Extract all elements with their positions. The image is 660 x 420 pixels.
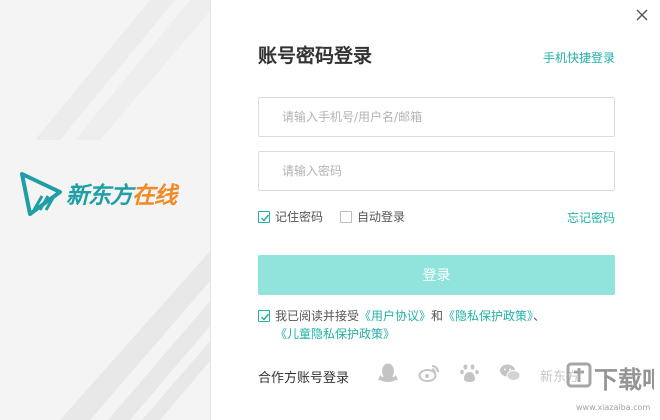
password-input[interactable] <box>258 151 615 191</box>
watermark-logo: 下载吧 www.xiazaiba.com <box>566 362 654 412</box>
agreement-row: 我已阅读并接受《用户协议》和《隐私保护政策》、《儿童隐私保护政策》 <box>258 307 618 343</box>
wechat-icon[interactable] <box>499 362 521 384</box>
close-icon[interactable] <box>634 7 650 23</box>
login-button[interactable]: 登录 <box>258 255 615 295</box>
phone-quick-login-link[interactable]: 手机快捷登录 <box>543 49 615 66</box>
forgot-password-link[interactable]: 忘记密码 <box>567 209 615 226</box>
agreement-checkbox[interactable] <box>258 310 270 322</box>
remember-password-checkbox[interactable]: 记住密码 <box>258 208 323 225</box>
brand-name-part1: 新东方 <box>66 183 133 209</box>
page-title: 账号密码登录 <box>258 45 373 67</box>
partner-login-label: 合作方账号登录 <box>258 371 350 386</box>
xdf-logo <box>20 172 62 216</box>
checkbox-unchecked-icon[interactable] <box>340 210 352 223</box>
decor-stripes-top <box>35 0 210 140</box>
remember-password-label: 记住密码 <box>275 210 324 224</box>
brand-logo: 新东方在线 <box>20 170 177 216</box>
agreement-prefix: 我已阅读并接受 <box>275 309 360 323</box>
weibo-icon[interactable] <box>418 362 440 384</box>
decor-stripes-bottom <box>60 251 210 420</box>
agreement-text: 我已阅读并接受《用户协议》和《隐私保护政策》、《儿童隐私保护政策》 <box>275 307 618 343</box>
auto-login-label: 自动登录 <box>357 210 406 224</box>
agreement-conj: 和 <box>431 309 444 323</box>
qq-icon[interactable] <box>377 362 399 384</box>
svg-text:www.xiazaiba.com: www.xiazaiba.com <box>576 403 650 412</box>
user-agreement-link[interactable]: 《用户协议》 <box>359 309 431 323</box>
brand-name: 新东方在线 <box>66 176 177 210</box>
checkbox-checked-icon[interactable] <box>258 210 270 223</box>
privacy-policy-link[interactable]: 《隐私保护政策》 <box>443 309 533 323</box>
account-input[interactable] <box>258 97 615 137</box>
brand-name-part2: 在线 <box>132 183 177 209</box>
child-privacy-policy-link[interactable]: 《儿童隐私保护政策》 <box>275 327 395 341</box>
brand-panel: 新东方在线 <box>0 0 211 420</box>
agreement-sep: 、 <box>533 309 546 323</box>
auto-login-checkbox[interactable]: 自动登录 <box>340 208 405 225</box>
baidu-paw-icon[interactable] <box>459 362 481 384</box>
svg-text:下载吧: 下载吧 <box>594 366 654 394</box>
